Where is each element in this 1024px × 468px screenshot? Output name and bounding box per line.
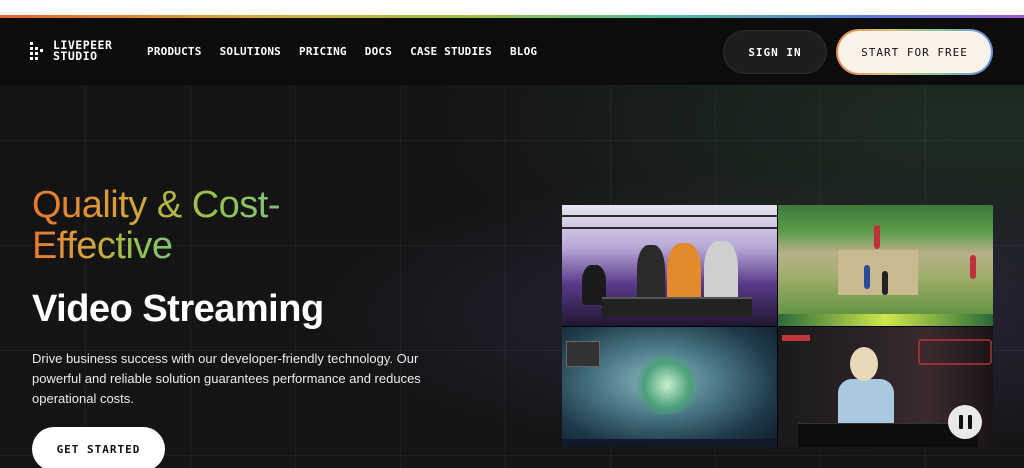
headline-line-1: Quality & Cost- (32, 184, 281, 226)
browser-top-strip (0, 0, 1024, 16)
video-tile-dj-tent (562, 205, 777, 326)
player (874, 225, 880, 249)
start-for-free-label: START FOR FREE (838, 31, 991, 73)
neon-sign (918, 339, 992, 365)
nav-item-blog[interactable]: BLOG (510, 45, 537, 58)
start-for-free-button[interactable]: START FOR FREE (836, 29, 993, 75)
nav-item-docs[interactable]: DOCS (365, 45, 392, 58)
hero-headline-white: Video Streaming (32, 288, 324, 330)
pause-icon (958, 415, 972, 429)
performer (838, 379, 894, 429)
get-started-button[interactable]: GET STARTED (32, 427, 165, 468)
hero-section: Quality & Cost- Effective Video Streamin… (0, 85, 1024, 468)
navbar: LIVEPEER STUDIO PRODUCTS SOLUTIONS PRICI… (0, 18, 1024, 85)
logo-text: LIVEPEER STUDIO (53, 39, 112, 63)
nav-item-case-studies[interactable]: CASE STUDIES (410, 45, 492, 58)
streamer-webcam (566, 341, 600, 367)
scoreboard-band (778, 314, 993, 326)
video-tile-cricket (778, 205, 993, 326)
hero-headline-gradient: Quality & Cost- Effective (32, 184, 281, 267)
player (864, 265, 870, 289)
game-scene (632, 355, 702, 415)
nav-item-products[interactable]: PRODUCTS (147, 45, 202, 58)
dj-deck (602, 297, 752, 317)
hero-description: Drive business success with our develope… (32, 351, 421, 406)
tent-frame (562, 227, 777, 229)
tent-frame (562, 215, 777, 217)
game-hud-bar (562, 439, 777, 447)
nav-item-solutions[interactable]: SOLUTIONS (220, 45, 281, 58)
player (882, 271, 888, 295)
pause-button[interactable] (948, 405, 982, 439)
sign-in-button[interactable]: SIGN IN (723, 30, 827, 74)
performer-head (850, 347, 878, 381)
logo[interactable]: LIVEPEER STUDIO (30, 39, 112, 63)
video-tile-game-stream (562, 327, 777, 447)
nav-links: PRODUCTS SOLUTIONS PRICING DOCS CASE STU… (147, 45, 555, 58)
cricket-pitch (838, 250, 918, 295)
channel-tag (782, 335, 810, 341)
livepeer-dots-icon (30, 42, 46, 60)
player (970, 255, 976, 279)
performer (637, 245, 665, 305)
headline-line-2: Effective (32, 225, 173, 267)
logo-line-2: STUDIO (53, 49, 98, 63)
nav-item-pricing[interactable]: PRICING (299, 45, 347, 58)
video-mosaic[interactable] (562, 205, 993, 447)
